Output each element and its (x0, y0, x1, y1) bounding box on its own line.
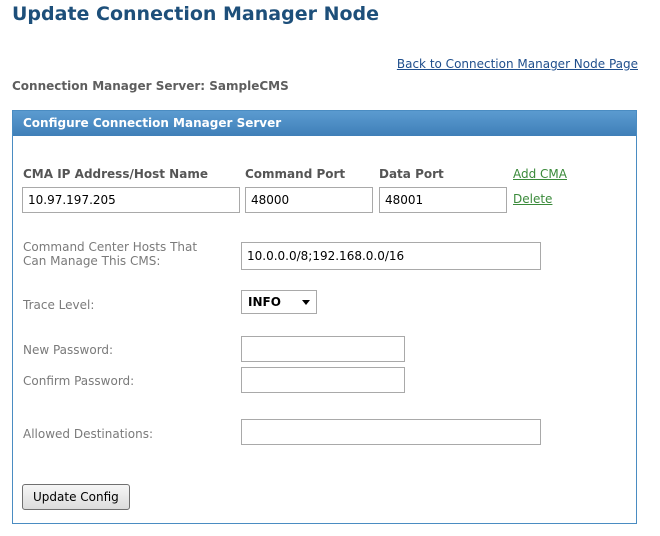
trace-level-value: INFO (248, 295, 281, 309)
confirm-password-label: Confirm Password: (23, 374, 135, 388)
back-to-node-page-link[interactable]: Back to Connection Manager Node Page (397, 57, 638, 71)
allowed-destinations-label: Allowed Destinations: (23, 427, 154, 441)
configure-panel: Configure Connection Manager Server CMA … (12, 110, 637, 524)
hosts-input[interactable] (241, 242, 541, 270)
page-title: Update Connection Manager Node (12, 3, 380, 25)
confirm-password-input[interactable] (241, 367, 405, 393)
new-password-input[interactable] (241, 336, 405, 362)
panel-header: Configure Connection Manager Server (13, 111, 636, 136)
delete-cma-link[interactable]: Delete (513, 192, 552, 206)
data-port-input[interactable] (379, 187, 507, 213)
new-password-label: New Password: (23, 343, 114, 357)
trace-level-select[interactable]: INFO (241, 290, 317, 314)
data-port-column-header: Data Port (379, 167, 444, 181)
server-name-label: Connection Manager Server: SampleCMS (12, 79, 289, 93)
cma-ip-column-header: CMA IP Address/Host Name (23, 167, 208, 181)
chevron-down-icon (302, 300, 310, 305)
allowed-destinations-input[interactable] (241, 419, 541, 445)
add-cma-link[interactable]: Add CMA (513, 167, 567, 181)
update-config-button[interactable]: Update Config (22, 484, 130, 510)
hosts-label: Command Center Hosts That Can Manage Thi… (23, 240, 198, 268)
command-port-column-header: Command Port (245, 167, 346, 181)
trace-level-label: Trace Level: (23, 298, 95, 312)
command-port-input[interactable] (245, 187, 373, 213)
cma-ip-input[interactable] (22, 187, 240, 213)
